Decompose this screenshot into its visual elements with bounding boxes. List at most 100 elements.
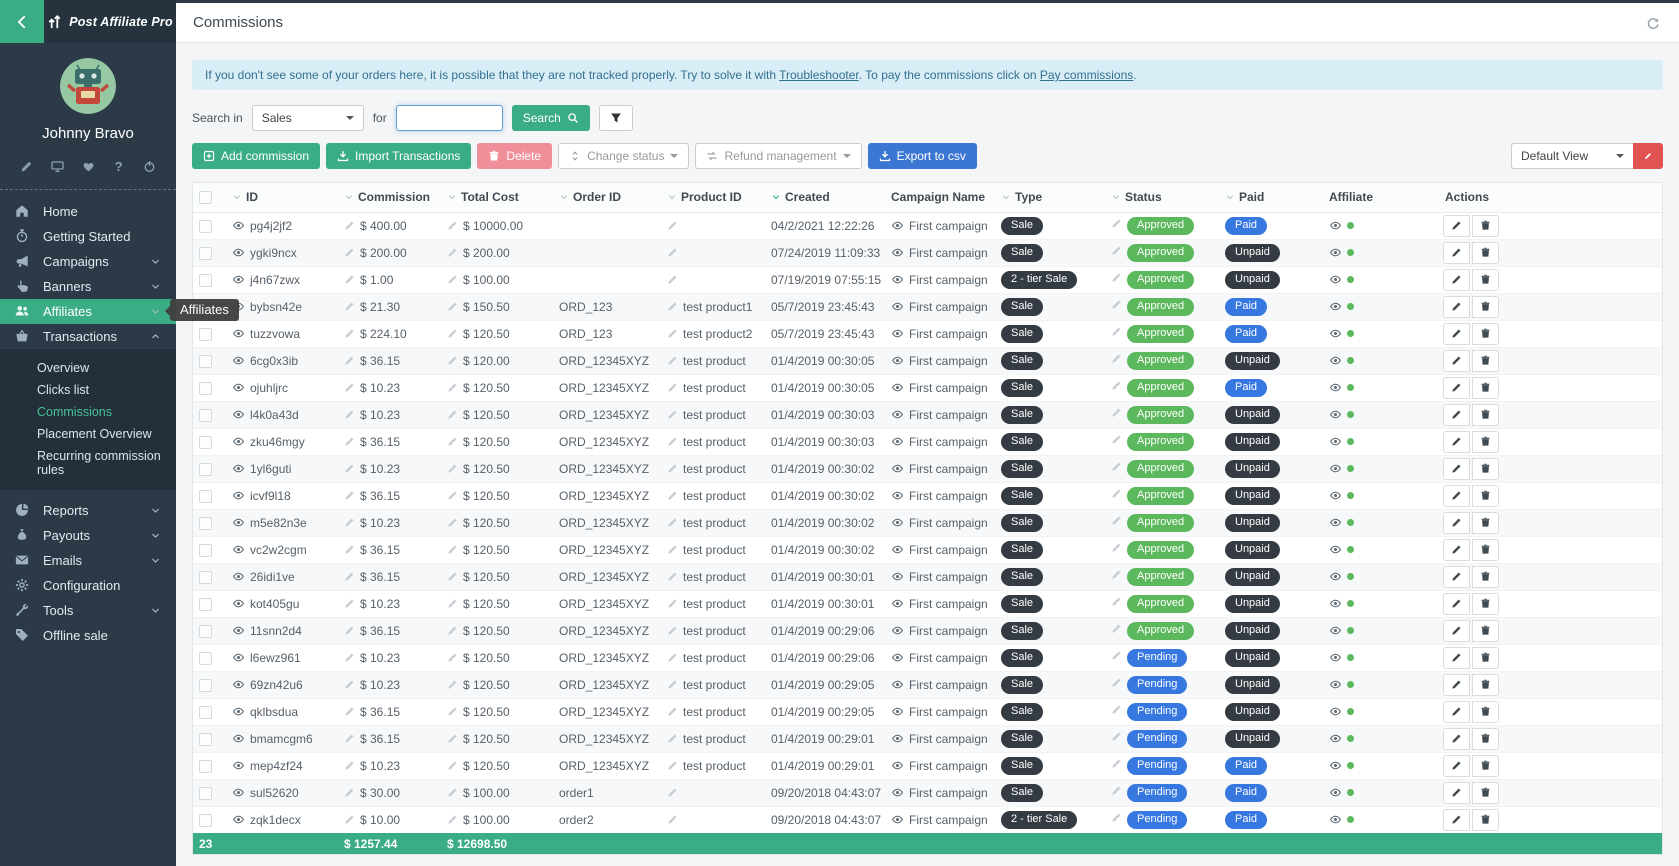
edit-row-button[interactable] <box>1443 242 1470 264</box>
sort-chevron-icon[interactable] <box>1111 191 1121 201</box>
pencil-icon[interactable] <box>1111 515 1122 526</box>
pencil-icon[interactable] <box>1111 623 1122 634</box>
pencil-icon[interactable] <box>1111 785 1122 796</box>
edit-row-button[interactable] <box>1443 782 1470 804</box>
delete-row-button[interactable] <box>1472 539 1499 561</box>
pencil-icon[interactable] <box>1111 353 1122 364</box>
edit-row-button[interactable] <box>1443 296 1470 318</box>
pencil-icon[interactable] <box>667 355 678 366</box>
eye-icon[interactable] <box>1329 678 1342 691</box>
delete-row-button[interactable] <box>1472 593 1499 615</box>
add-commission-button[interactable]: Add commission <box>192 143 320 169</box>
pencil-icon[interactable] <box>1111 407 1122 418</box>
pencil-icon[interactable] <box>667 490 678 501</box>
eye-icon[interactable] <box>232 327 245 340</box>
eye-icon[interactable] <box>891 759 904 772</box>
pencil-icon[interactable] <box>344 436 355 447</box>
eye-icon[interactable] <box>1329 300 1342 313</box>
delete-row-button[interactable] <box>1472 566 1499 588</box>
eye-icon[interactable] <box>232 273 245 286</box>
eye-icon[interactable] <box>232 624 245 637</box>
eye-icon[interactable] <box>232 435 245 448</box>
pencil-icon[interactable] <box>344 706 355 717</box>
pencil-icon[interactable] <box>344 355 355 366</box>
search-button[interactable]: Search <box>512 105 590 131</box>
pencil-icon[interactable] <box>447 814 458 825</box>
power-icon[interactable] <box>142 159 157 174</box>
eye-icon[interactable] <box>891 462 904 475</box>
pencil-icon[interactable] <box>667 382 678 393</box>
pencil-icon[interactable] <box>447 247 458 258</box>
pencil-icon[interactable] <box>667 625 678 636</box>
column-header-created[interactable]: Created <box>765 183 885 212</box>
row-checkbox[interactable] <box>199 598 212 611</box>
row-checkbox[interactable] <box>199 679 212 692</box>
delete-row-button[interactable] <box>1472 620 1499 642</box>
pencil-icon[interactable] <box>1111 731 1122 742</box>
pencil-icon[interactable] <box>344 490 355 501</box>
sidebar-item-getting-started[interactable]: Getting Started <box>0 224 176 249</box>
row-checkbox[interactable] <box>199 328 212 341</box>
pencil-icon[interactable] <box>1111 299 1122 310</box>
sort-chevron-icon[interactable] <box>1001 191 1011 201</box>
pencil-icon[interactable] <box>667 598 678 609</box>
pencil-icon[interactable] <box>447 355 458 366</box>
column-header-order-id[interactable]: Order ID <box>553 183 661 212</box>
pencil-icon[interactable] <box>667 463 678 474</box>
pencil-icon[interactable] <box>447 274 458 285</box>
eye-icon[interactable] <box>232 219 245 232</box>
pencil-icon[interactable] <box>447 679 458 690</box>
pencil-icon[interactable] <box>344 220 355 231</box>
row-checkbox[interactable] <box>199 436 212 449</box>
pencil-icon[interactable] <box>344 409 355 420</box>
pencil-icon[interactable] <box>344 301 355 312</box>
sidebar-item-payouts[interactable]: Payouts <box>0 523 176 548</box>
row-checkbox[interactable] <box>199 382 212 395</box>
sidebar-item-tools[interactable]: Tools <box>0 598 176 623</box>
eye-icon[interactable] <box>232 381 245 394</box>
edit-row-button[interactable] <box>1443 701 1470 723</box>
pencil-icon[interactable] <box>1111 650 1122 661</box>
eye-icon[interactable] <box>232 678 245 691</box>
eye-icon[interactable] <box>232 813 245 826</box>
column-header-status[interactable]: Status <box>1105 183 1219 212</box>
edit-row-button[interactable] <box>1443 593 1470 615</box>
sidebar-subitem-commissions[interactable]: Commissions <box>0 401 176 423</box>
sidebar-subitem-overview[interactable]: Overview <box>0 357 176 379</box>
pencil-icon[interactable] <box>447 517 458 528</box>
eye-icon[interactable] <box>232 516 245 529</box>
pencil-icon[interactable] <box>667 247 678 258</box>
pencil-icon[interactable] <box>447 571 458 582</box>
eye-icon[interactable] <box>891 597 904 610</box>
eye-icon[interactable] <box>1329 786 1342 799</box>
pencil-icon[interactable] <box>447 301 458 312</box>
eye-icon[interactable] <box>232 489 245 502</box>
edit-row-button[interactable] <box>1443 377 1470 399</box>
pencil-icon[interactable] <box>667 706 678 717</box>
eye-icon[interactable] <box>1329 516 1342 529</box>
edit-view-button[interactable] <box>1633 143 1663 169</box>
eye-icon[interactable] <box>891 678 904 691</box>
eye-icon[interactable] <box>891 381 904 394</box>
eye-icon[interactable] <box>1329 462 1342 475</box>
pencil-icon[interactable] <box>667 814 678 825</box>
view-select[interactable]: Default View <box>1511 143 1633 169</box>
pencil-icon[interactable] <box>667 760 678 771</box>
delete-row-button[interactable] <box>1472 377 1499 399</box>
eye-icon[interactable] <box>891 570 904 583</box>
pencil-icon[interactable] <box>667 436 678 447</box>
sort-chevron-icon[interactable] <box>447 191 457 201</box>
pencil-icon[interactable] <box>447 706 458 717</box>
eye-icon[interactable] <box>891 786 904 799</box>
search-in-select[interactable]: Sales <box>252 105 364 131</box>
eye-icon[interactable] <box>232 786 245 799</box>
pencil-icon[interactable] <box>344 814 355 825</box>
pencil-icon[interactable] <box>344 382 355 393</box>
delete-button[interactable]: Delete <box>477 143 552 169</box>
pencil-icon[interactable] <box>447 760 458 771</box>
column-header-type[interactable]: Type <box>995 183 1105 212</box>
pencil-icon[interactable] <box>1111 569 1122 580</box>
pencil-icon[interactable] <box>344 733 355 744</box>
column-header-campaign-name[interactable]: Campaign Name <box>885 183 995 212</box>
select-all-checkbox[interactable] <box>199 191 212 204</box>
